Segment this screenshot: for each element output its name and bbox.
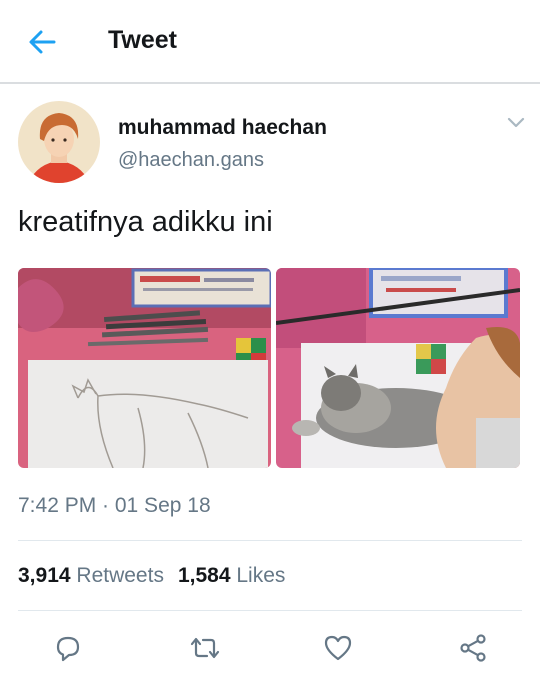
- tweet-photo-left[interactable]: [18, 268, 271, 468]
- likes-count: 1,584: [177, 564, 231, 587]
- tweet-timestamp[interactable]: 7:42 PM · 01 Sep 18: [18, 494, 211, 518]
- tweet-text: kreatifnya adikku ini: [18, 206, 273, 238]
- page-title: Tweet: [108, 26, 177, 54]
- likes-stat[interactable]: 1,584 Likes: [178, 564, 285, 587]
- avatar[interactable]: [18, 101, 100, 183]
- user-display-name[interactable]: muhammad haechan: [118, 116, 327, 140]
- retweets-count: 3,914: [18, 564, 71, 587]
- like-icon[interactable]: [322, 632, 354, 664]
- tweet-stats: 3,914 Retweets 1,584 Likes: [18, 564, 285, 588]
- caret-down-icon[interactable]: [505, 114, 527, 132]
- likes-label: Likes: [236, 564, 286, 587]
- user-handle[interactable]: @haechan.gans: [118, 149, 264, 172]
- reply-icon[interactable]: [52, 632, 84, 664]
- retweet-icon[interactable]: [189, 632, 221, 664]
- tweet-photo-right[interactable]: [276, 268, 520, 468]
- divider: [18, 540, 522, 541]
- retweets-label: Retweets: [76, 564, 164, 587]
- back-arrow-icon[interactable]: [26, 26, 58, 58]
- divider: [18, 610, 522, 611]
- top-bar: Tweet: [0, 0, 540, 84]
- share-icon[interactable]: [457, 632, 489, 664]
- retweets-stat[interactable]: 3,914 Retweets: [18, 564, 164, 587]
